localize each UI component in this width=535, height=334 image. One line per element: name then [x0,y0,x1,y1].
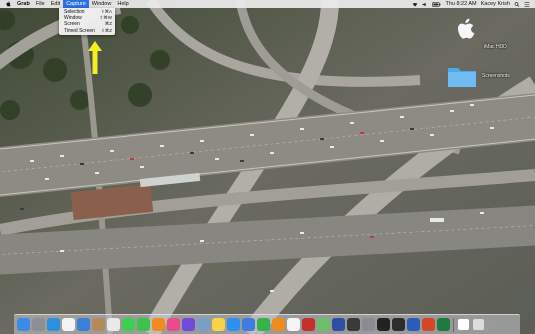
preview-icon[interactable] [197,318,210,331]
grapher-icon[interactable] [332,318,345,331]
numbers-icon[interactable] [257,318,270,331]
wifi-icon[interactable] [412,2,418,7]
app-store-icon[interactable] [227,318,240,331]
finder-icon[interactable] [17,318,30,331]
safari-icon[interactable] [47,318,60,331]
chrome-icon[interactable] [287,318,300,331]
facetime-icon[interactable] [137,318,150,331]
imovie-icon[interactable] [182,318,195,331]
activity-monitor-icon[interactable] [392,318,405,331]
dock-separator [453,317,454,332]
menu-item-label: Timed Screen [64,27,95,34]
launchpad-icon[interactable] [32,318,45,331]
menu-edit[interactable]: Edit [48,0,63,8]
photo-booth-icon[interactable] [302,318,315,331]
desktop-icon-imac-hdd[interactable] [446,17,486,61]
maps-icon[interactable] [317,318,330,331]
folder-icon [448,68,476,87]
terminal-icon[interactable] [377,318,390,331]
mail-icon[interactable] [77,318,90,331]
downloads-stack-icon[interactable] [457,318,470,331]
apple-drive-icon [458,18,475,39]
capture-dropdown-menu: Selection ⇧⌘A Window ⇧⌘W Screen ⌘Z Timed… [59,8,115,35]
powerpoint-icon[interactable] [422,318,435,331]
menu-item-timed-screen[interactable]: Timed Screen ⇧⌘Z [59,28,115,34]
battery-icon[interactable] [432,1,442,7]
itunes-icon[interactable] [167,318,180,331]
pages-icon[interactable] [272,318,285,331]
apple-menu-icon[interactable] [6,1,11,7]
system-preferences-icon[interactable] [362,318,375,331]
desktop-icon-screenshots[interactable]: Screenshots [447,60,517,92]
annotation-arrow-icon [88,41,102,74]
trash-icon[interactable] [472,318,485,331]
menu-file[interactable]: File [33,0,48,8]
volume-icon[interactable] [422,2,428,7]
messages-icon[interactable] [122,318,135,331]
desktop-icon-label-wrap: iMac HDD [484,35,507,53]
menu-app-name[interactable]: Grab [14,0,33,8]
menu-bar: Grab File Edit Capture Window Help Thu 8… [0,0,535,8]
spotlight-icon[interactable] [514,1,520,7]
desktop-icon-label: iMac HDD [484,44,507,50]
menu-window[interactable]: Window [89,0,115,8]
word-icon[interactable] [407,318,420,331]
excel-icon[interactable] [437,318,450,331]
clock[interactable]: Thu 8:22 AM [445,1,476,7]
notes-icon[interactable] [212,318,225,331]
ibooks-icon[interactable] [152,318,165,331]
menu-capture[interactable]: Capture [63,0,89,8]
calendar-icon[interactable] [62,318,75,331]
dock [14,314,520,334]
contacts-icon[interactable] [92,318,105,331]
notification-center-icon[interactable] [524,1,530,7]
menu-help[interactable]: Help [114,0,131,8]
dashboard-icon[interactable] [347,318,360,331]
user-name[interactable]: Kacey Krish [481,1,510,7]
photos-icon[interactable] [107,318,120,331]
menu-item-shortcut: ⇧⌘Z [100,27,112,33]
status-area: Thu 8:22 AM Kacey Krish [412,1,535,7]
keynote-icon[interactable] [242,318,255,331]
desktop-icon-label: Screenshots [482,73,510,79]
